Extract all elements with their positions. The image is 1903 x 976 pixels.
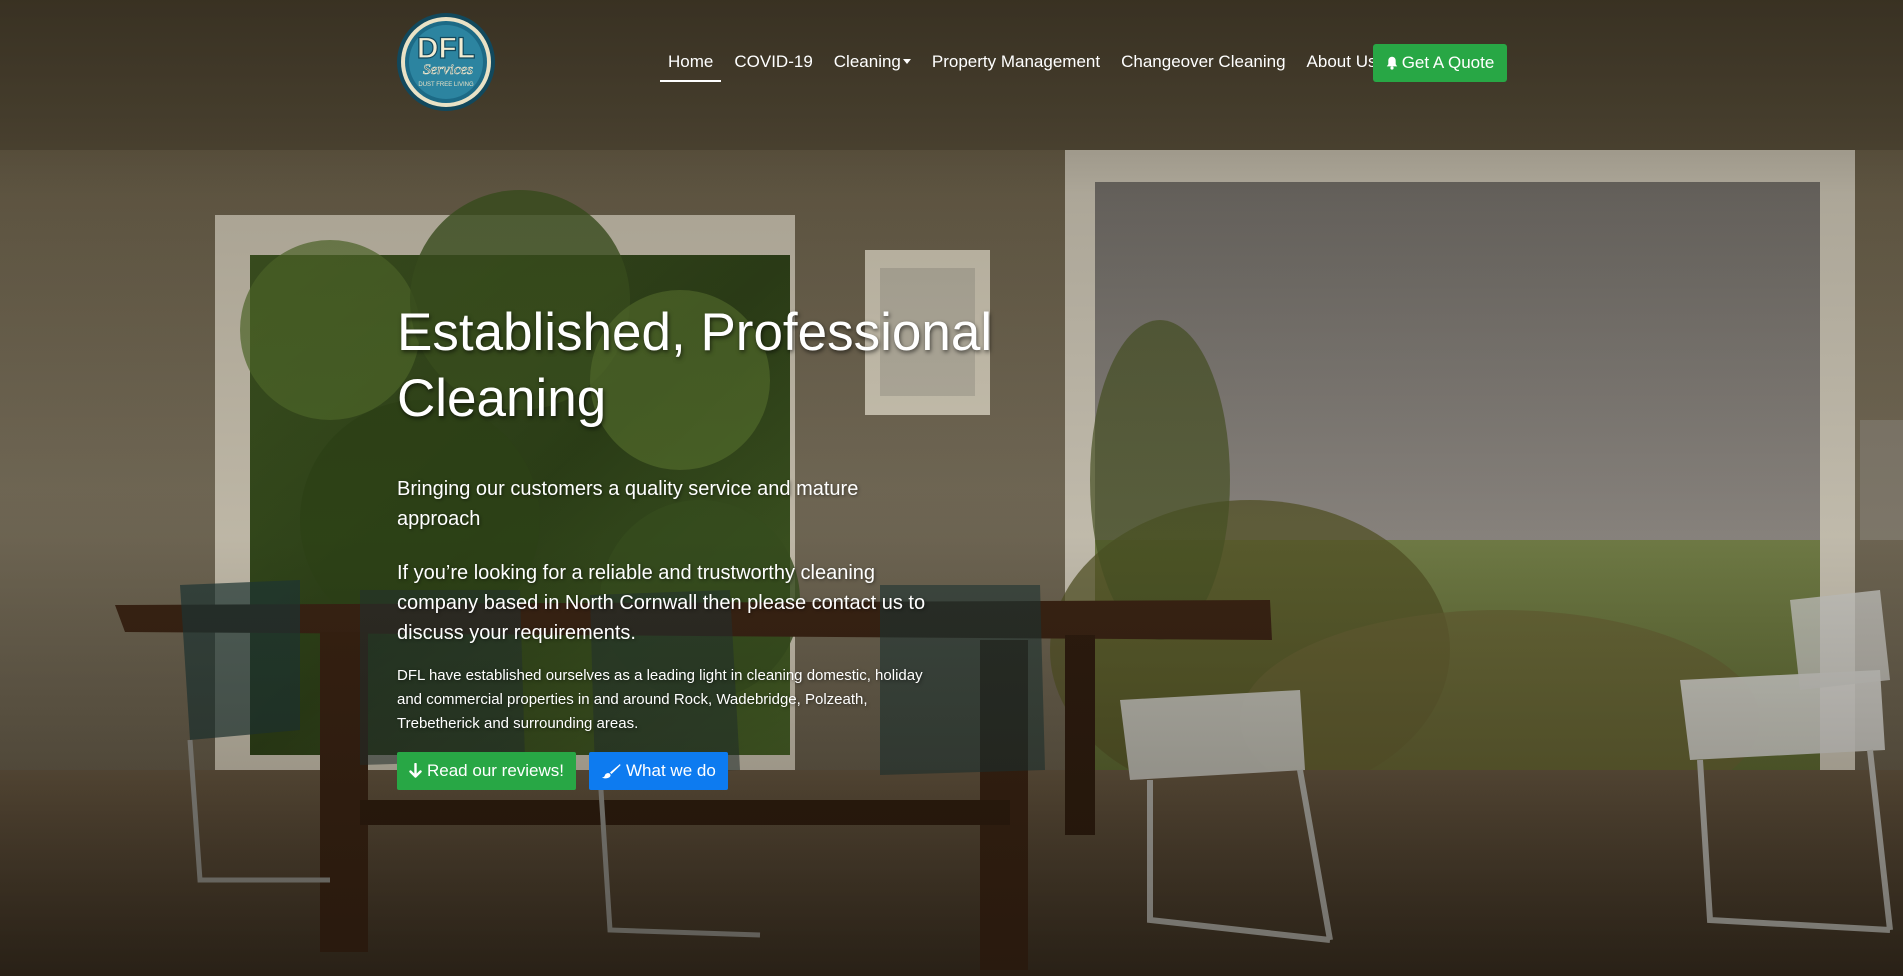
nav-changeover-cleaning[interactable]: Changeover Cleaning — [1113, 44, 1293, 80]
svg-text:DUST FREE LIVING: DUST FREE LIVING — [418, 82, 474, 88]
nav-covid-19[interactable]: COVID-19 — [726, 44, 820, 80]
bell-icon — [1386, 56, 1397, 70]
arrow-down-icon — [409, 763, 422, 778]
hero-section: DFL Services DUST FREE LIVING Home COVID… — [0, 0, 1903, 976]
nav-about-us[interactable]: About Us — [1299, 44, 1385, 80]
hero-content: Established, Professional Cleaning Bring… — [397, 300, 992, 790]
get-a-quote-button[interactable]: Get A Quote — [1373, 44, 1507, 82]
hero-lead-text: Bringing our customers a quality service… — [397, 478, 859, 530]
what-we-do-label: What we do — [626, 761, 716, 780]
hero-intro-text: If you’re looking for a reliable and tru… — [397, 562, 926, 644]
dfl-logo[interactable]: DFL Services DUST FREE LIVING — [396, 12, 496, 112]
navbar: DFL Services DUST FREE LIVING Home COVID… — [0, 0, 1903, 120]
nav-menu: Home COVID-19 Cleaning Property Manageme… — [660, 44, 1389, 82]
read-reviews-button[interactable]: Read our reviews! — [397, 752, 577, 790]
caret-down-icon — [902, 59, 911, 64]
nav-cleaning-dropdown[interactable]: Cleaning — [826, 44, 919, 80]
read-reviews-label: Read our reviews! — [427, 761, 565, 780]
nav-cleaning-label: Cleaning — [833, 52, 901, 71]
hero-title: Established, Professional Cleaning — [397, 303, 993, 428]
svg-text:Services: Services — [423, 62, 473, 78]
hero-body-text: DFL have established ourselves as a lead… — [397, 667, 923, 732]
svg-text:DFL: DFL — [417, 32, 475, 65]
what-we-do-button[interactable]: What we do — [589, 752, 728, 790]
nav-property-management[interactable]: Property Management — [924, 44, 1108, 80]
get-a-quote-label: Get A Quote — [1401, 53, 1495, 72]
paintbrush-icon — [602, 764, 621, 779]
hero-button-row: Read our reviews! What we do — [397, 752, 957, 790]
nav-home[interactable]: Home — [660, 44, 722, 82]
